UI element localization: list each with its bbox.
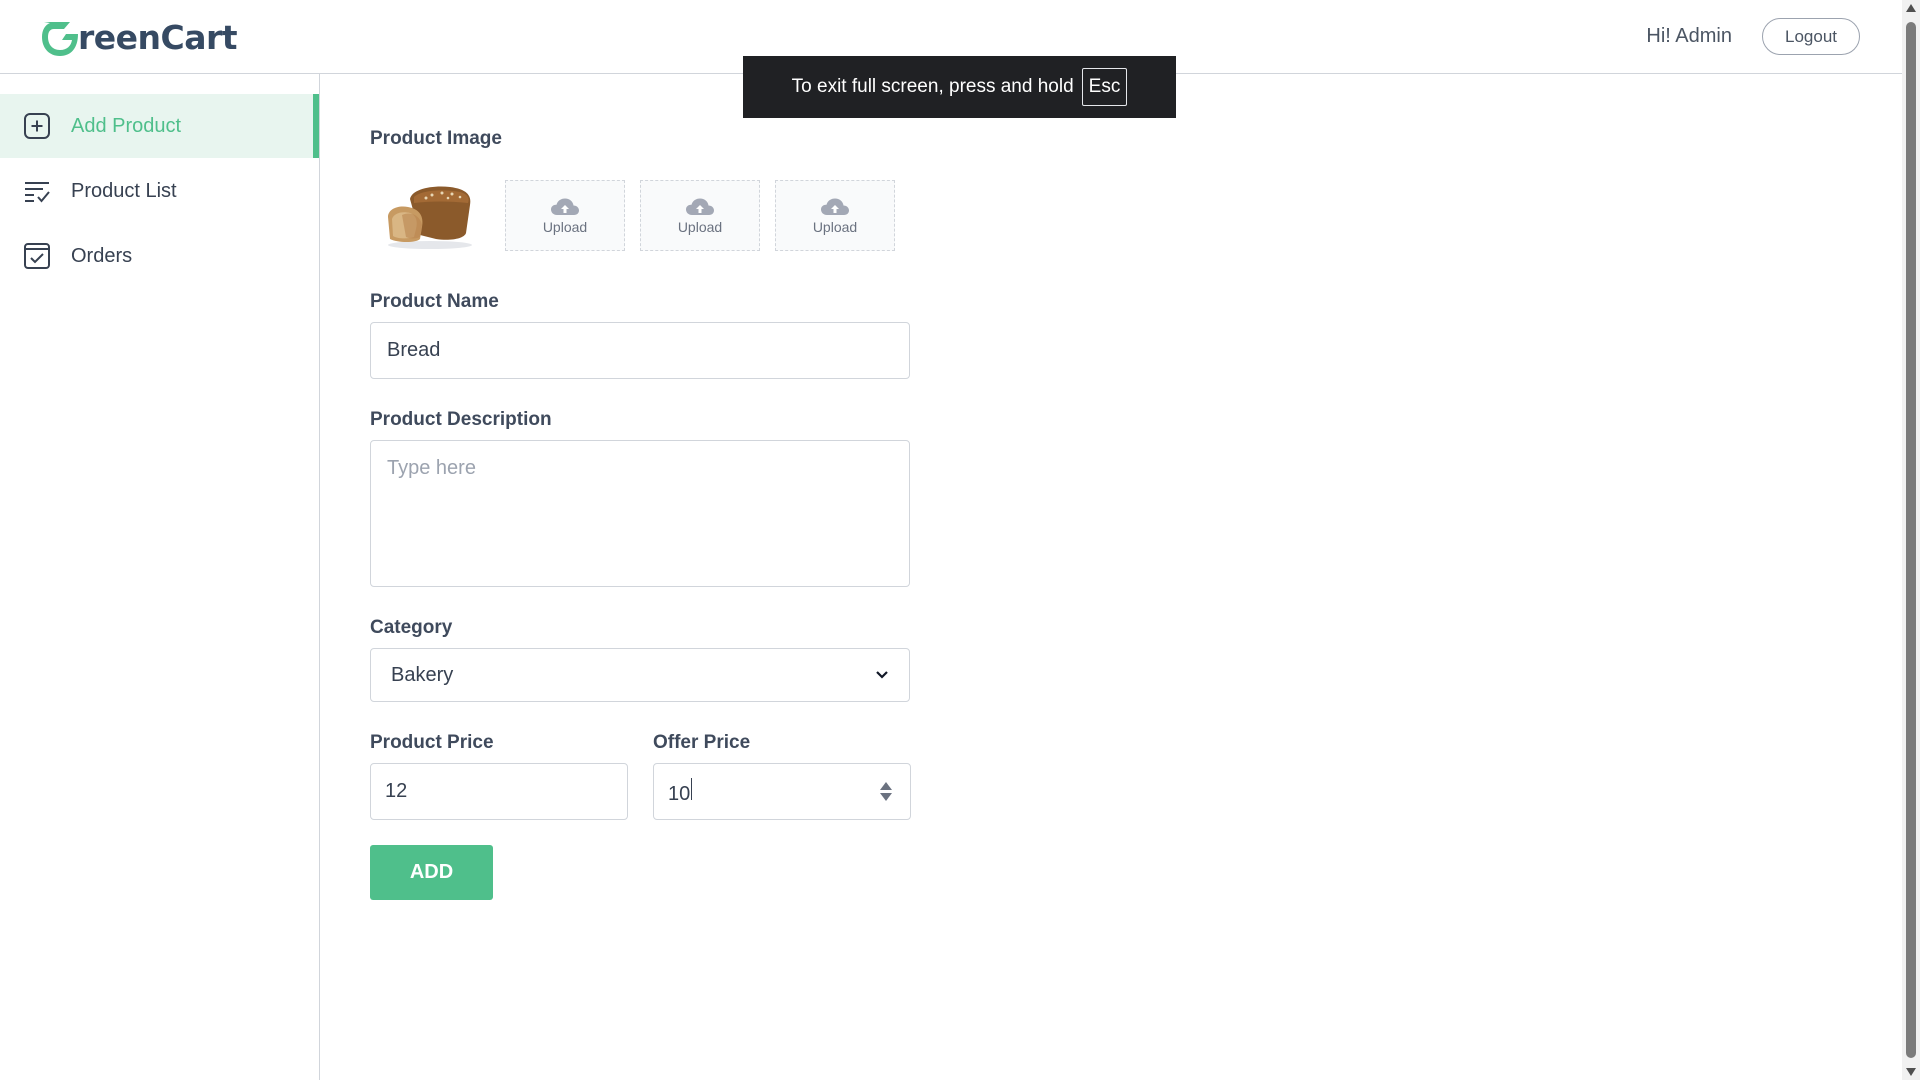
scroll-up-arrow-icon[interactable] bbox=[1906, 4, 1916, 12]
upload-slot-4[interactable]: Upload bbox=[775, 180, 895, 251]
toast-text: To exit full screen, press and hold bbox=[791, 76, 1074, 97]
add-square-icon bbox=[23, 112, 51, 140]
offer-price-value: 10 bbox=[668, 782, 691, 805]
sidebar-item-label: Product List bbox=[71, 179, 177, 202]
upload-label: Upload bbox=[542, 218, 588, 235]
list-check-icon bbox=[23, 177, 51, 205]
upload-label: Upload bbox=[677, 218, 723, 235]
product-name-label: Product Name bbox=[370, 291, 499, 312]
description-placeholder: Type here bbox=[387, 457, 476, 479]
sidebar: Add Product Product List Orders bbox=[0, 74, 320, 1080]
offer-price-input[interactable]: 10 bbox=[653, 763, 911, 820]
cloud-upload-icon bbox=[551, 198, 579, 215]
product-image-slot-1[interactable] bbox=[370, 181, 490, 251]
esc-key-badge: Esc bbox=[1081, 68, 1128, 106]
spinner-up-icon[interactable] bbox=[880, 782, 892, 790]
text-caret bbox=[691, 777, 693, 800]
spinner-down-icon[interactable] bbox=[880, 793, 892, 801]
category-label: Category bbox=[370, 617, 453, 638]
upload-slot-3[interactable]: Upload bbox=[640, 180, 760, 251]
add-product-form: Product Image Upload Upload Upload Produ… bbox=[370, 74, 911, 900]
category-select[interactable]: Bakery bbox=[370, 648, 910, 702]
logo-text: reenCart bbox=[78, 17, 238, 57]
bread-image bbox=[388, 186, 472, 249]
fullscreen-exit-toast: To exit full screen, press and hold Esc bbox=[743, 56, 1176, 118]
product-name-input[interactable]: Bread bbox=[370, 322, 910, 379]
product-price-group: Product Price 12 bbox=[370, 702, 628, 820]
product-name-value: Bread bbox=[387, 339, 441, 361]
chevron-down-icon bbox=[876, 671, 888, 679]
offer-price-label: Offer Price bbox=[653, 732, 751, 753]
page-scrollbar[interactable] bbox=[1902, 0, 1920, 1080]
sidebar-item-orders[interactable]: Orders bbox=[0, 224, 319, 288]
sidebar-item-product-list[interactable]: Product List bbox=[0, 159, 319, 223]
sidebar-item-add-product[interactable]: Add Product bbox=[0, 94, 319, 158]
scroll-thumb[interactable] bbox=[1906, 22, 1916, 1058]
image-upload-row: Upload Upload Upload bbox=[370, 180, 910, 251]
cloud-upload-icon bbox=[821, 198, 849, 215]
upload-slot-2[interactable]: Upload bbox=[505, 180, 625, 251]
sidebar-item-label: Add Product bbox=[71, 114, 182, 137]
product-description-label: Product Description bbox=[370, 409, 552, 430]
cloud-upload-icon bbox=[686, 198, 714, 215]
product-description-textarea[interactable]: Type here bbox=[370, 440, 910, 587]
scroll-down-arrow-icon[interactable] bbox=[1906, 1068, 1916, 1076]
offer-price-text: 10 bbox=[668, 777, 693, 806]
product-price-value: 12 bbox=[385, 780, 408, 802]
upload-label: Upload bbox=[812, 218, 858, 235]
category-value: Bakery bbox=[391, 663, 454, 686]
logout-button[interactable]: Logout bbox=[1762, 18, 1860, 55]
product-image-label: Product Image bbox=[370, 128, 502, 149]
sidebar-item-label: Orders bbox=[71, 244, 133, 267]
add-product-button[interactable]: ADD bbox=[370, 845, 493, 900]
price-row: Product Price 12 Offer Price 10 bbox=[370, 702, 911, 820]
greencart-logo[interactable]: reenCart bbox=[40, 14, 238, 60]
product-price-label: Product Price bbox=[370, 732, 494, 753]
greencart-logo-mark bbox=[42, 22, 78, 56]
admin-greeting: Hi! Admin bbox=[1646, 25, 1732, 47]
offer-price-group: Offer Price 10 bbox=[653, 702, 911, 820]
checkbox-icon bbox=[23, 242, 51, 270]
number-spinner[interactable] bbox=[880, 782, 892, 801]
product-price-input[interactable]: 12 bbox=[370, 763, 628, 820]
